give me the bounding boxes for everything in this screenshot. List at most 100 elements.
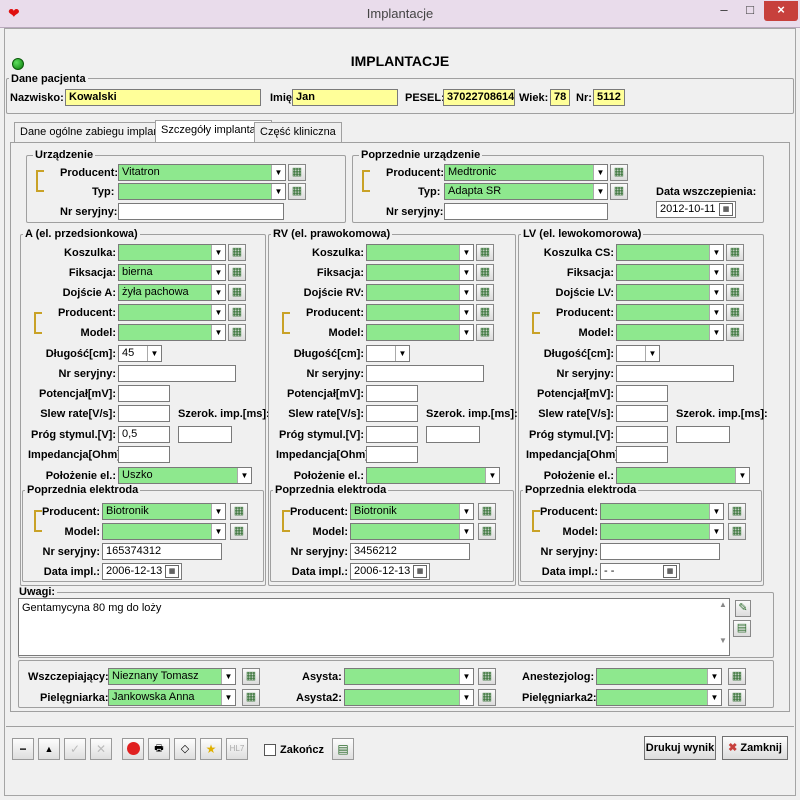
dictionary-icon[interactable]: ▦	[726, 264, 744, 281]
lead-2-access-combo[interactable]: ▼	[616, 284, 724, 301]
lead-1-slew-field[interactable]	[366, 405, 418, 422]
lead-2-fixation-combo[interactable]: ▼	[616, 264, 724, 281]
chevron-down-icon[interactable]: ▼	[221, 669, 235, 684]
calendar-icon[interactable]: ▦	[719, 203, 733, 216]
calendar-icon[interactable]: ▦	[165, 565, 179, 578]
lead-1-potential-field[interactable]	[366, 385, 418, 402]
chevron-down-icon[interactable]: ▼	[709, 524, 723, 539]
chevron-down-icon[interactable]: ▼	[707, 669, 721, 684]
dictionary-icon[interactable]: ▦	[478, 503, 496, 520]
lead-1-access-combo[interactable]: ▼	[366, 284, 474, 301]
templates-icon[interactable]: ▤	[733, 620, 751, 637]
lead-1-width-field[interactable]	[426, 426, 480, 443]
lead-2-length-combo[interactable]: ▼	[616, 345, 660, 362]
dictionary-icon[interactable]: ▦	[230, 523, 248, 540]
lead-2-impedance-field[interactable]	[616, 446, 668, 463]
chevron-down-icon[interactable]: ▼	[709, 285, 723, 300]
lead-0-producer-combo[interactable]: ▼	[118, 304, 226, 321]
chevron-down-icon[interactable]: ▼	[271, 184, 285, 199]
chevron-down-icon[interactable]: ▼	[459, 690, 473, 705]
assistant2-combo[interactable]: ▼	[344, 689, 474, 706]
chevron-down-icon[interactable]: ▼	[147, 346, 161, 361]
anesth-combo[interactable]: ▼	[596, 668, 722, 685]
lead-0-impedance-field[interactable]	[118, 446, 170, 463]
chevron-down-icon[interactable]: ▼	[459, 285, 473, 300]
dictionary-icon[interactable]: ▦	[610, 183, 628, 200]
chevron-down-icon[interactable]: ▼	[709, 325, 723, 340]
dictionary-icon[interactable]: ▦	[476, 304, 494, 321]
chevron-down-icon[interactable]: ▼	[211, 325, 225, 340]
notes-tool-icon[interactable]: ▤	[332, 738, 354, 760]
printer-icon[interactable]: 🖶	[148, 738, 170, 760]
dictionary-icon[interactable]: ▦	[228, 284, 246, 301]
dictionary-icon[interactable]: ▦	[728, 668, 746, 685]
dictionary-icon[interactable]: ▦	[478, 668, 496, 685]
dictionary-icon[interactable]: ▦	[478, 523, 496, 540]
lead-2-sheath-combo[interactable]: ▼	[616, 244, 724, 261]
chevron-down-icon[interactable]: ▼	[271, 165, 285, 180]
chevron-down-icon[interactable]: ▼	[237, 468, 251, 483]
chevron-down-icon[interactable]: ▼	[211, 285, 225, 300]
lead-1-length-combo[interactable]: ▼	[366, 345, 410, 362]
dictionary-icon[interactable]: ▦	[728, 523, 746, 540]
prev-device-type-combo[interactable]: Adapta SR ▼	[444, 183, 608, 200]
chevron-down-icon[interactable]: ▼	[459, 245, 473, 260]
dictionary-icon[interactable]: ▦	[726, 304, 744, 321]
dictionary-icon[interactable]: ▦	[726, 284, 744, 301]
prev-lead-2-date-field[interactable]: - - ▦	[600, 563, 680, 580]
dictionary-icon[interactable]: ▦	[726, 324, 744, 341]
chevron-down-icon[interactable]: ▼	[709, 305, 723, 320]
lead-1-impedance-field[interactable]	[366, 446, 418, 463]
lead-0-sheath-combo[interactable]: ▼	[118, 244, 226, 261]
maximize-button[interactable]: □	[738, 1, 762, 21]
chevron-down-icon[interactable]: ▼	[735, 468, 749, 483]
lead-1-serial-field[interactable]	[366, 365, 484, 382]
lead-1-model-combo[interactable]: ▼	[366, 324, 474, 341]
lead-0-slew-field[interactable]	[118, 405, 170, 422]
chevron-down-icon[interactable]: ▼	[459, 305, 473, 320]
prev-lead-0-producer-combo[interactable]: Biotronik ▼	[102, 503, 226, 520]
dictionary-icon[interactable]: ▦	[476, 264, 494, 281]
implanter-combo[interactable]: Nieznany Tomasz ▼	[108, 668, 236, 685]
lead-2-producer-combo[interactable]: ▼	[616, 304, 724, 321]
nurse-combo[interactable]: Jankowska Anna ▼	[108, 689, 236, 706]
device-serial-field[interactable]	[118, 203, 284, 220]
record-stop-icon[interactable]	[122, 738, 144, 760]
hl7-button[interactable]: HL7	[226, 738, 248, 760]
prev-device-serial-field[interactable]	[444, 203, 608, 220]
dictionary-icon[interactable]: ▦	[242, 689, 260, 706]
chevron-down-icon[interactable]: ▼	[221, 690, 235, 705]
lead-2-threshold-field[interactable]	[616, 426, 668, 443]
chevron-down-icon[interactable]: ▼	[709, 504, 723, 519]
dictionary-icon[interactable]: ▦	[242, 668, 260, 685]
lead-2-slew-field[interactable]	[616, 405, 668, 422]
prev-lead-1-model-combo[interactable]: ▼	[350, 523, 474, 540]
lead-0-position-combo[interactable]: Uszko ▼	[118, 467, 252, 484]
lead-0-length-combo[interactable]: 45 ▼	[118, 345, 162, 362]
insert-text-icon[interactable]: ✎	[735, 600, 751, 617]
device-producer-combo[interactable]: Vitatron ▼	[118, 164, 286, 181]
prev-lead-0-serial-field[interactable]: 165374312	[102, 543, 222, 560]
lead-2-width-field[interactable]	[676, 426, 730, 443]
close-button[interactable]: ✖ Zamknij	[722, 736, 788, 760]
chevron-down-icon[interactable]: ▼	[645, 346, 659, 361]
calendar-icon[interactable]: ▦	[663, 565, 677, 578]
prev-lead-1-date-field[interactable]: 2006-12-13 ▦	[350, 563, 430, 580]
chevron-down-icon[interactable]: ▼	[211, 245, 225, 260]
confirm-icon[interactable]: ✓	[64, 738, 86, 760]
lead-0-fixation-combo[interactable]: bierna ▼	[118, 264, 226, 281]
prev-lead-1-producer-combo[interactable]: Biotronik ▼	[350, 503, 474, 520]
lead-1-fixation-combo[interactable]: ▼	[366, 264, 474, 281]
name-field[interactable]: Jan	[292, 89, 398, 106]
lead-1-producer-combo[interactable]: ▼	[366, 304, 474, 321]
chevron-down-icon[interactable]: ▼	[485, 468, 499, 483]
dictionary-icon[interactable]: ▦	[288, 183, 306, 200]
lead-0-access-combo[interactable]: żyła pachowa ▼	[118, 284, 226, 301]
dictionary-icon[interactable]: ▦	[728, 503, 746, 520]
lead-0-threshold-field[interactable]: 0,5	[118, 426, 170, 443]
notes-textarea[interactable]: Gentamycyna 80 mg do loży	[18, 598, 730, 656]
dictionary-icon[interactable]: ▦	[288, 164, 306, 181]
prev-lead-1-serial-field[interactable]: 3456212	[350, 543, 470, 560]
dictionary-icon[interactable]: ▦	[228, 244, 246, 261]
eraser-icon[interactable]: ◇	[174, 738, 196, 760]
